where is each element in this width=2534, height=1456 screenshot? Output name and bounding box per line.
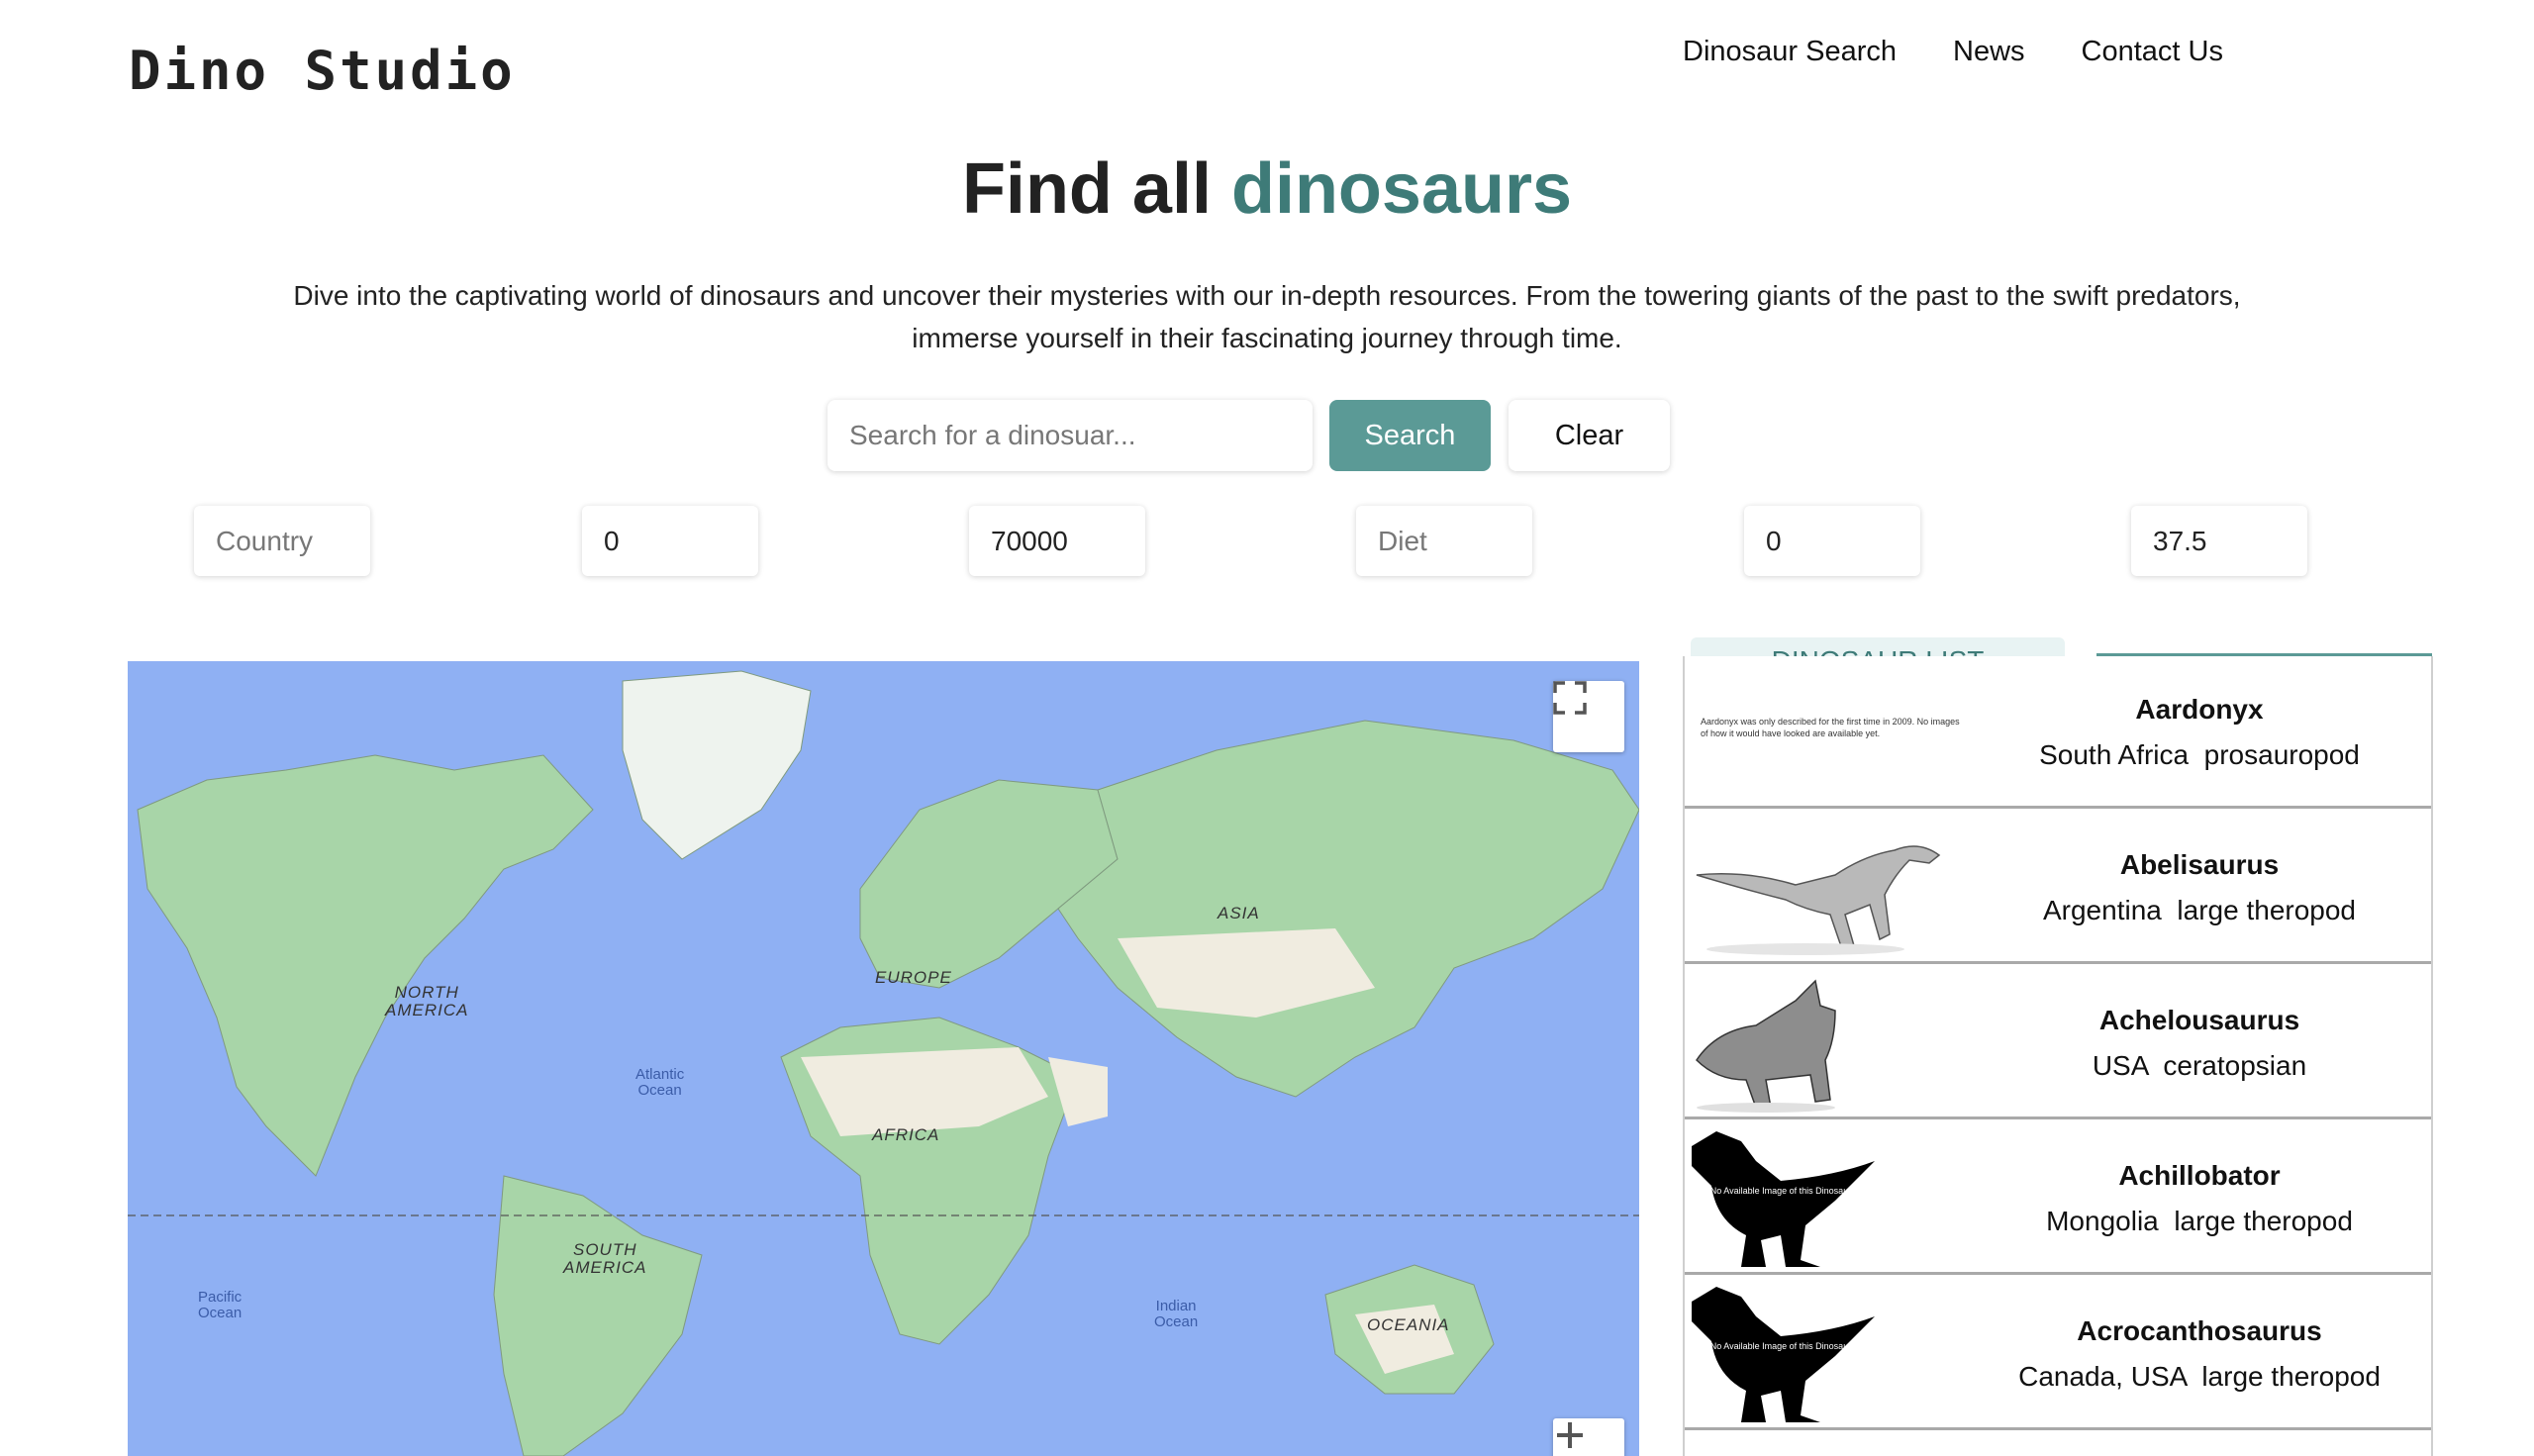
main-nav: Dinosaur Search News Contact Us [1683,36,2223,68]
nav-news[interactable]: News [1953,36,2025,68]
nav-dinosaur-search[interactable]: Dinosaur Search [1683,36,1897,68]
search-input[interactable] [828,400,1313,471]
dinosaur-meta: USA ceratopsian [1962,1050,2431,1082]
dinosaur-meta: Argentina large theropod [1962,895,2431,926]
title-plain: Find all [961,149,1212,229]
label-pacific-ocean: Pacific Ocean [198,1289,243,1321]
site-logo[interactable]: Dino Studio [129,40,516,102]
plus-icon [1557,1422,1583,1448]
dinosaur-diet: prosauropod [2203,739,2360,770]
land-asia [1057,720,1639,1098]
label-indian-ocean: Indian Ocean [1154,1298,1199,1330]
list-item-info: Achillobator Mongolia large theropod [1962,1160,2431,1237]
list-item-info: Aardonyx South Africa prosauropod [1962,694,2431,771]
dinosaur-diet: large theropod [2177,895,2356,925]
list-item-aardonyx[interactable]: Aardonyx was only described for the firs… [1685,656,2431,809]
thumbnail-note: Aardonyx was only described for the firs… [1701,717,1960,738]
dinosaur-diet: large theropod [2174,1206,2353,1236]
list-item-acrocanthosaurus[interactable]: No Available Image of this Dinosaur Acro… [1685,1278,2431,1430]
title-accent: dinosaurs [1230,149,1573,229]
no-image-text: No Available Image of this Dinosaur [1710,1186,1851,1196]
dinosaur-name: Achelousaurus [2098,1005,2300,1035]
no-image-text: No Available Image of this Dinosaur [1710,1341,1851,1351]
no-image-silhouette: No Available Image of this Dinosaur [1692,1287,1875,1422]
list-item-info: Abelisaurus Argentina large theropod [1962,849,2431,926]
fullscreen-icon [1553,681,1587,715]
land-south-america [493,1175,703,1456]
list-item-info: Achelousaurus USA ceratopsian [1962,1005,2431,1082]
dinosaur-country: Canada, USA [2018,1361,2187,1392]
max-filter[interactable] [969,506,1145,576]
dinosaur-diet: large theropod [2201,1361,2381,1392]
page-subtitle: Dive into the captivating world of dinos… [293,280,2241,353]
land-europe [859,779,1119,989]
fullscreen-button[interactable] [1553,681,1624,752]
dinosaur-country: South Africa [2039,739,2190,770]
dinosaur-diet: ceratopsian [2163,1050,2307,1081]
dinosaur-country: USA [2092,1050,2148,1081]
land-north-america [137,754,594,1177]
dinosaur-name: Abelisaurus [2119,849,2280,880]
world-map[interactable]: NORTH AMERICA SOUTH AMERICA EUROPE AFRIC… [128,661,1639,1456]
clear-button[interactable]: Clear [1509,400,1670,471]
length-max-filter[interactable] [2131,506,2307,576]
label-south-america: SOUTH AMERICA [563,1240,647,1277]
search-button[interactable]: Search [1329,400,1491,471]
diet-filter[interactable] [1356,506,1532,576]
dinosaur-meta: Canada, USA large theropod [1962,1361,2431,1393]
dinosaur-sketch-image [1696,845,1941,955]
dinosaur-country: Argentina [2042,895,2162,925]
label-north-america: NORTH AMERICA [385,983,469,1019]
dinosaur-name: Acrocanthosaurus [2077,1315,2322,1346]
country-filter[interactable] [194,506,370,576]
list-item-abelisaurus[interactable]: Abelisaurus Argentina large theropod [1685,812,2431,964]
label-atlantic-ocean: Atlantic Ocean [635,1066,685,1099]
thumbnail: Aardonyx was only described for the firs… [1687,660,1964,805]
label-europe: EUROPE [875,968,952,987]
label-oceania: OCEANIA [1367,1315,1450,1334]
label-africa: AFRICA [872,1125,940,1144]
dinosaur-sketch-image [1696,979,1836,1113]
dinosaur-list[interactable]: Aardonyx was only described for the firs… [1683,656,2433,1456]
list-item-achelousaurus[interactable]: Achelousaurus USA ceratopsian [1685,967,2431,1119]
dinosaur-country: Mongolia [2046,1206,2159,1236]
page-title: Find all dinosaurs [0,148,2534,230]
length-min-filter[interactable] [1744,506,1920,576]
label-asia: ASIA [1218,904,1260,922]
land-greenland [622,670,812,860]
zoom-in-button[interactable] [1553,1418,1624,1456]
dinosaur-meta: South Africa prosauropod [1962,739,2431,771]
dinosaur-meta: Mongolia large theropod [1962,1206,2431,1237]
min-filter[interactable] [582,506,758,576]
no-image-silhouette: No Available Image of this Dinosaur [1692,1131,1875,1267]
list-item-achillobator[interactable]: No Available Image of this Dinosaur Achi… [1685,1122,2431,1275]
list-item-info: Acrocanthosaurus Canada, USA large thero… [1962,1315,2431,1393]
dinosaur-name: Aardonyx [2135,694,2264,725]
map-land-layer [128,670,1639,1456]
dinosaur-name: Achillobator [2118,1160,2281,1191]
nav-contact-us[interactable]: Contact Us [2082,36,2223,68]
